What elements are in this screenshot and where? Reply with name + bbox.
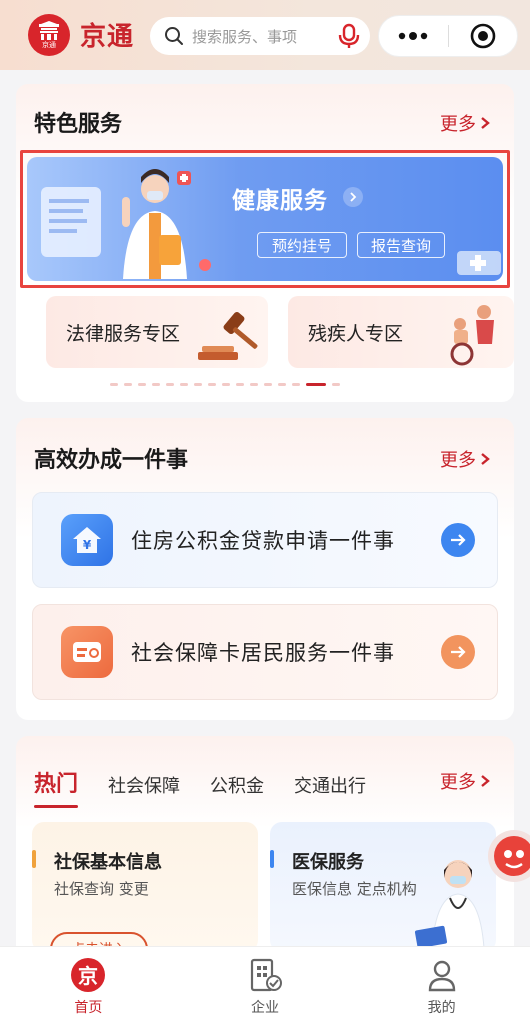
social-security-card-item[interactable]: 社会保障卡居民服务一件事 — [32, 604, 498, 700]
chevron-right-icon — [481, 117, 490, 129]
carousel-dot — [194, 383, 202, 386]
carousel-dot — [306, 383, 326, 386]
tabbar-enterprise-label: 企业 — [251, 1000, 279, 1016]
carousel-dot — [166, 383, 174, 386]
gavel-icon — [198, 311, 258, 360]
arrow-right-icon — [441, 635, 475, 669]
home-jing-icon: 京 — [71, 958, 106, 992]
tab-transport[interactable]: 交通出行 — [294, 772, 366, 798]
disabled-persons-card[interactable]: 残疾人专区 — [288, 296, 514, 368]
carousel-dot — [278, 383, 286, 386]
app-logo: 京通 — [28, 14, 70, 56]
tabbar-profile[interactable]: 我的 — [353, 947, 530, 1024]
carousel-indicator — [110, 383, 340, 386]
carousel-dot — [292, 383, 300, 386]
health-service-title: 健康服务 — [232, 188, 328, 214]
medicine-box-icon — [457, 251, 501, 275]
house-yuan-icon: ¥ — [61, 514, 113, 566]
target-close-icon — [470, 23, 496, 49]
housing-fund-item[interactable]: ¥ 住房公积金贷款申请一件事 — [32, 492, 498, 588]
carousel-dot — [250, 383, 258, 386]
tabbar-enterprise[interactable]: 企业 — [177, 947, 354, 1024]
tab-housing-fund[interactable]: 公积金 — [210, 772, 264, 798]
close-mini-program-button[interactable] — [449, 16, 518, 56]
app-title: 京通 — [80, 22, 135, 52]
health-arrow-icon — [343, 187, 363, 207]
wheelchair-icon — [450, 305, 494, 366]
report-query-button[interactable]: 报告查询 — [357, 232, 445, 258]
carousel-dot — [110, 383, 118, 386]
more-menu-button[interactable] — [379, 16, 448, 56]
tabbar-home-label: 首页 — [74, 1000, 103, 1016]
accent-bar — [270, 850, 274, 868]
carousel-dot — [208, 383, 216, 386]
carousel-dot — [332, 383, 340, 386]
disabled-persons-label: 残疾人专区 — [308, 322, 404, 345]
doctor-illustration — [41, 169, 211, 279]
bottom-tab-bar: 京 首页 企业 我的 — [0, 946, 530, 1024]
svg-text:¥: ¥ — [83, 538, 92, 552]
carousel-dot — [138, 383, 146, 386]
search-placeholder: 搜索服务、事项 — [192, 27, 298, 46]
carousel-dot — [264, 383, 272, 386]
featured-title: 特色服务 — [34, 112, 123, 137]
medical-insurance-card[interactable]: 医保服务 医保信息 定点机构 — [270, 822, 496, 952]
one-thing-more-link[interactable]: 更多 — [440, 446, 490, 472]
one-thing-title: 高效办成一件事 — [34, 448, 189, 473]
assistant-float-button[interactable] — [482, 822, 530, 892]
health-service-highlight: 健康服务 预约挂号 报告查询 — [20, 150, 510, 288]
legal-services-label: 法律服务专区 — [66, 322, 181, 345]
more-label: 更多 — [440, 114, 476, 135]
logo-text: 京通 — [42, 41, 56, 49]
gate-logo-icon — [39, 21, 59, 40]
more-dots-icon — [399, 32, 428, 40]
carousel-dot — [236, 383, 244, 386]
tabbar-profile-label: 我的 — [427, 1000, 456, 1016]
legal-services-card[interactable]: 法律服务专区 — [46, 296, 268, 368]
search-bar[interactable]: 搜索服务、事项 — [150, 17, 370, 55]
accent-bar — [32, 850, 36, 868]
social-security-info-desc: 社保查询 变更 — [54, 880, 149, 898]
more-label: 更多 — [440, 772, 476, 793]
carousel-dot — [152, 383, 160, 386]
one-thing-card: 高效办成一件事 更多 ¥ 住房公积金贷款申请一件事 社会保障卡居民服务一件事 — [16, 418, 514, 720]
profile-icon — [428, 960, 455, 992]
hot-more-link[interactable]: 更多 — [440, 768, 490, 794]
tabbar-home[interactable]: 京 首页 — [0, 947, 177, 1024]
chevron-right-icon — [481, 453, 490, 465]
social-security-info-title: 社保基本信息 — [54, 852, 162, 873]
tab-hot[interactable]: 热门 — [34, 766, 79, 808]
more-label: 更多 — [440, 450, 476, 471]
tab-social-security[interactable]: 社会保障 — [108, 772, 180, 798]
svg-text:京: 京 — [78, 964, 98, 988]
appointment-button[interactable]: 预约挂号 — [257, 232, 347, 258]
social-security-info-card[interactable]: 社保基本信息 社保查询 变更 点击进入 — [32, 822, 258, 966]
housing-fund-label: 住房公积金贷款申请一件事 — [131, 529, 395, 553]
enterprise-icon — [250, 958, 282, 992]
card-icon — [61, 626, 113, 678]
top-header: 京通 京通 搜索服务、事项 — [0, 0, 530, 70]
carousel-dot — [222, 383, 230, 386]
hot-tabs: 热门 社会保障 公积金 交通出行 — [34, 766, 396, 808]
carousel-dot — [124, 383, 132, 386]
search-icon — [165, 27, 183, 45]
carousel-dot — [180, 383, 188, 386]
health-service-banner[interactable]: 健康服务 预约挂号 报告查询 — [27, 157, 503, 281]
social-security-card-label: 社会保障卡居民服务一件事 — [131, 641, 395, 665]
microphone-icon[interactable] — [338, 23, 360, 49]
chevron-right-icon — [481, 775, 490, 787]
medical-insurance-title: 医保服务 — [292, 852, 364, 873]
featured-more-link[interactable]: 更多 — [440, 110, 490, 136]
mini-program-capsule — [378, 15, 518, 57]
arrow-right-icon — [441, 523, 475, 557]
medical-insurance-desc: 医保信息 定点机构 — [292, 880, 417, 898]
assistant-robot-icon — [488, 830, 530, 882]
